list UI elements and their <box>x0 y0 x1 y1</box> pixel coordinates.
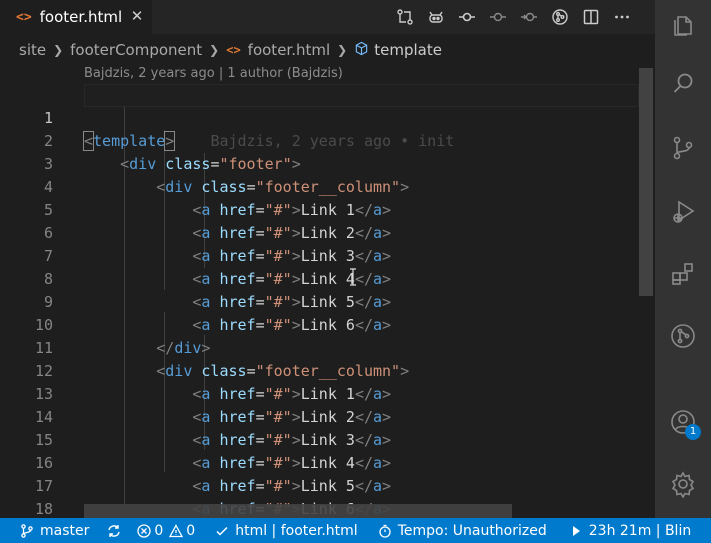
breadcrumb-item-folder[interactable]: footerComponent <box>70 41 202 59</box>
split-editor-icon[interactable] <box>575 6 606 28</box>
code-line: 12 <a href="#">Link 1</a> <box>34 362 392 403</box>
problems-status[interactable]: 0 0 <box>137 523 195 539</box>
code-line: 16 <a href="#">Link 5</a> <box>34 454 392 495</box>
tempo-label: Tempo: Unauthorized <box>397 522 547 539</box>
activity-bar: 1 <box>655 0 711 518</box>
warning-icon <box>169 523 184 537</box>
code-line: 1 <template> Bajdzis, 2 years ago • init <box>43 109 455 151</box>
chevron-right-icon: ❯ <box>337 43 348 57</box>
accounts-badge: 1 <box>685 424 701 440</box>
code-line: 15 <a href="#">Link 4</a> <box>34 431 392 472</box>
language-status[interactable]: html | footer.html <box>215 522 358 539</box>
code-line: 18 </div> <box>34 500 53 518</box>
code-line: 2 <div class="footer"> <box>43 132 301 173</box>
accounts-icon[interactable]: 1 <box>655 398 711 446</box>
check-icon <box>216 526 228 536</box>
git-commit-icon[interactable] <box>451 6 482 28</box>
vertical-scrollbar[interactable] <box>639 62 653 518</box>
circle-right-icon[interactable] <box>513 6 544 28</box>
scrollbar-thumb[interactable] <box>639 68 653 296</box>
tempo-status[interactable]: Tempo: Unauthorized <box>378 523 547 539</box>
code-line: 4 <a href="#">Link 1</a> <box>43 178 392 219</box>
text-cursor-icon <box>350 268 356 286</box>
chevron-right-icon: ❯ <box>209 43 220 57</box>
tab-footer-html[interactable]: <> footer.html ✕ <box>0 0 152 34</box>
branch-name: master <box>40 522 90 539</box>
branch-status[interactable]: master <box>20 523 89 539</box>
code-line: 11 <div class="footer__column"> <box>34 339 410 380</box>
settings-icon[interactable] <box>655 460 711 508</box>
language-label: html | footer.html <box>235 522 358 539</box>
code-line: 10 </div> <box>34 316 211 357</box>
copilot-icon[interactable] <box>420 6 451 28</box>
error-count: 0 <box>154 522 164 539</box>
code-line: 5 <a href="#">Link 2</a> <box>43 201 392 242</box>
git-graph-icon[interactable] <box>655 312 711 360</box>
explorer-icon[interactable] <box>655 0 711 48</box>
code-line: 17 <a href="#">Link 6</a> <box>34 477 391 518</box>
close-icon[interactable]: ✕ <box>128 7 146 25</box>
horizontal-scrollbar[interactable] <box>84 504 512 518</box>
code-line: 7 <a href="#">Link 4</a> <box>43 247 392 288</box>
html-file-icon: <> <box>226 43 241 57</box>
circle-left-icon[interactable] <box>482 6 513 28</box>
sync-icon[interactable] <box>107 524 121 538</box>
tab-label: footer.html <box>39 8 123 26</box>
run-debug-icon[interactable] <box>655 188 711 236</box>
extensions-icon[interactable] <box>655 250 711 298</box>
breadcrumb: site ❯ footerComponent ❯ <> footer.html … <box>19 38 442 62</box>
chevron-right-icon: ❯ <box>53 43 64 57</box>
more-icon[interactable] <box>606 6 637 28</box>
code-line: 14 <a href="#">Link 3</a> <box>34 408 392 449</box>
timer-label: 23h 21m | Blin <box>588 522 692 539</box>
code-line: 8 <a href="#">Link 5</a> <box>43 270 392 311</box>
code-editor[interactable]: 1 <template> Bajdzis, 2 years ago • init… <box>0 84 639 518</box>
error-icon <box>137 523 152 538</box>
breadcrumb-item-symbol[interactable]: template <box>374 41 442 59</box>
source-control-icon[interactable] <box>655 124 711 172</box>
stopwatch-icon <box>379 524 391 538</box>
html-file-icon: <> <box>16 9 32 25</box>
tab-bar: <> footer.html ✕ <box>0 0 655 34</box>
breadcrumb-item-file[interactable]: footer.html <box>248 41 330 59</box>
git-lens-icon[interactable] <box>544 6 575 28</box>
symbol-cube-icon <box>354 41 369 60</box>
code-line: 3 <div class="footer__column"> <box>43 155 410 196</box>
git-branch-icon <box>21 523 33 538</box>
timer-status[interactable]: 23h 21m | Blin <box>569 523 691 539</box>
breadcrumb-item-site[interactable]: site <box>19 41 46 59</box>
search-icon[interactable] <box>655 60 711 108</box>
editor-toolbar <box>389 6 637 28</box>
code-line: 6 <a href="#">Link 3</a> <box>43 224 392 265</box>
codelens-blame[interactable]: Bajdzis, 2 years ago | 1 author (Bajdzis… <box>84 66 343 81</box>
code-line: 9 <a href="#">Link 6</a> <box>43 293 392 334</box>
git-compare-icon[interactable] <box>389 6 420 28</box>
status-bar: master 0 0 html | footer.html Tempo: Una… <box>0 518 711 543</box>
code-line: 13 <a href="#">Link 2</a> <box>34 385 392 426</box>
play-icon <box>572 525 580 536</box>
warning-count: 0 <box>186 522 196 539</box>
